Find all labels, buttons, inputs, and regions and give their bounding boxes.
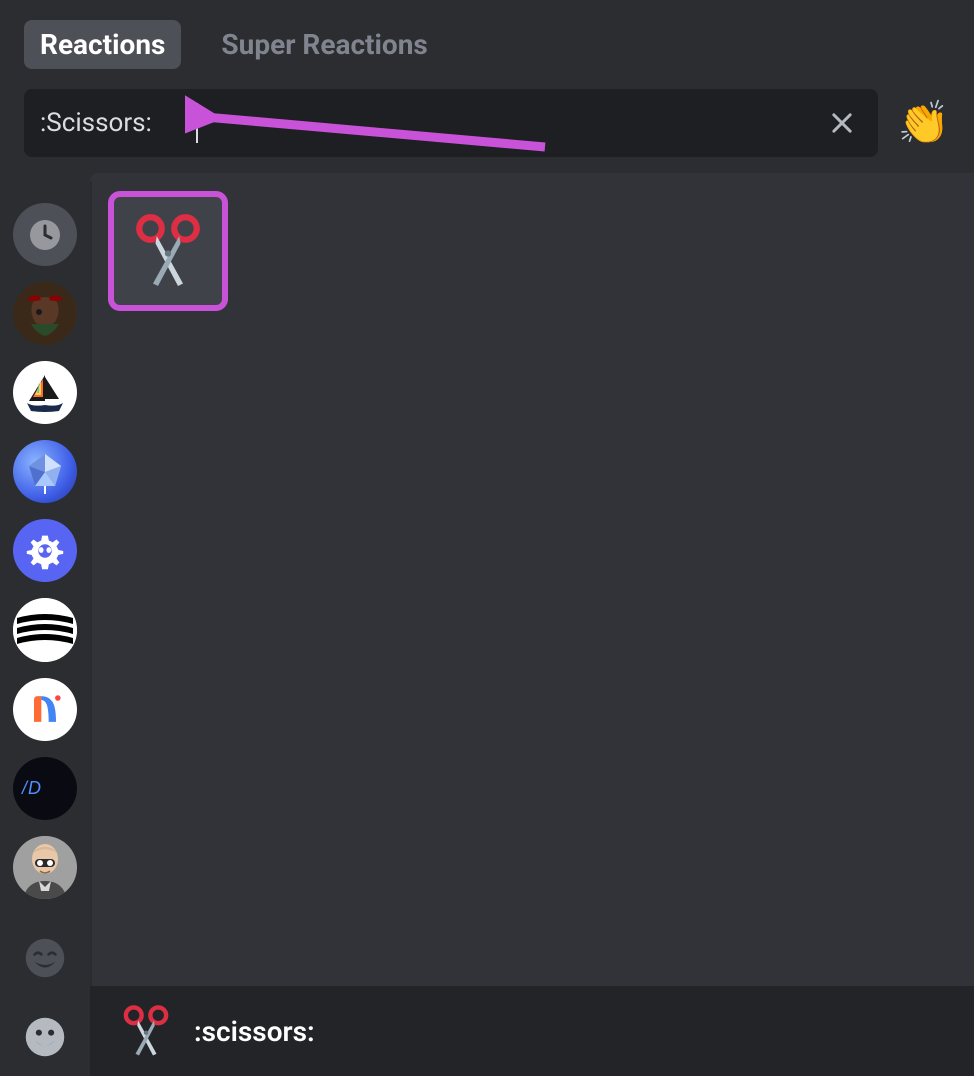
ad-logo-icon: /D [20, 776, 70, 800]
stripes-icon [13, 598, 77, 661]
emoji-search-input[interactable] [40, 108, 822, 138]
gear-icon [22, 528, 68, 574]
skin-tone-picker[interactable]: 👏 [898, 99, 950, 148]
search-row: 👏 [24, 89, 950, 157]
clear-search-button[interactable] [822, 103, 862, 143]
emoji-result-scissors[interactable] [108, 191, 228, 311]
smile-face-icon [24, 1016, 66, 1058]
tab-super-reactions[interactable]: Super Reactions [205, 20, 443, 69]
avatar-icon [13, 282, 77, 345]
sidebar-category-people[interactable] [13, 927, 77, 990]
clock-icon [27, 217, 63, 253]
emoji-results-area [90, 173, 974, 1069]
laugh-face-icon [24, 937, 66, 979]
sidebar-item-server-3[interactable] [13, 440, 77, 503]
scissors-icon [128, 211, 208, 291]
emoji-category-sidebar: /D [0, 173, 90, 1069]
sidebar-item-server-4[interactable] [13, 519, 77, 582]
sidebar-category-smileys[interactable] [13, 1006, 77, 1069]
emoji-preview-label: :scissors: [194, 1015, 315, 1048]
emoji-picker-body: /D [0, 173, 974, 1069]
close-icon [828, 109, 856, 137]
sidebar-item-server-6[interactable] [13, 678, 77, 741]
sidebar-item-server-2[interactable] [13, 361, 77, 424]
person-avatar-icon [13, 836, 77, 899]
sidebar-item-server-7[interactable]: /D [13, 757, 77, 820]
n-logo-icon [23, 687, 67, 731]
sidebar-item-server-5[interactable] [13, 598, 77, 661]
scissors-icon [118, 1003, 174, 1059]
text-cursor [196, 103, 198, 143]
emoji-picker-header: Reactions Super Reactions 👏 [0, 0, 974, 173]
sidebar-item-server-1[interactable] [13, 282, 77, 345]
svg-text:/D: /D [20, 778, 42, 798]
sailboat-icon [21, 369, 69, 417]
sidebar-divider [90, 181, 92, 986]
gem-icon [21, 448, 69, 496]
sidebar-item-server-8[interactable] [13, 836, 77, 899]
tab-reactions[interactable]: Reactions [24, 20, 181, 69]
emoji-preview-bar: :scissors: [90, 986, 974, 1076]
sidebar-item-recent[interactable] [13, 203, 77, 266]
reaction-tabs: Reactions Super Reactions [24, 20, 950, 69]
search-box [24, 89, 878, 157]
